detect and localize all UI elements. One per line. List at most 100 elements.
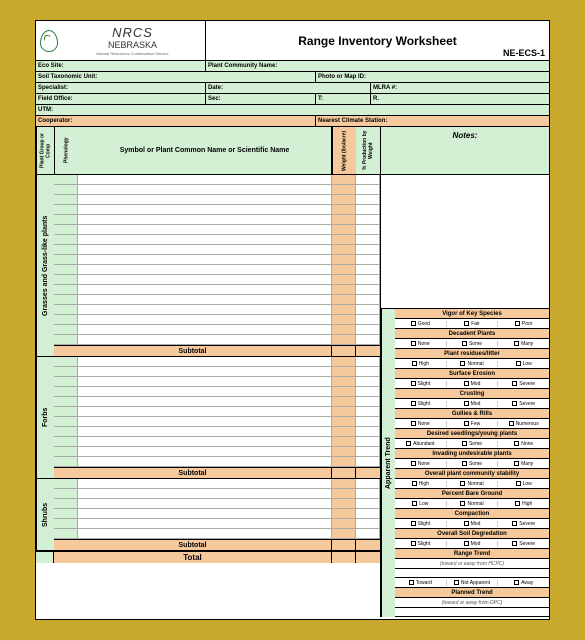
org-sub: Natural Resources Conservation Service <box>64 51 201 56</box>
assess-vigor-opts[interactable]: GoodFairPoor <box>395 319 549 329</box>
worksheet: NRCS NEBRASKA Natural Resources Conserva… <box>35 20 550 620</box>
field-photo[interactable]: Photo or Map ID: <box>316 72 549 82</box>
data-row[interactable] <box>54 457 380 467</box>
col-group: Plant Group or Comp <box>36 127 54 174</box>
data-row[interactable] <box>54 377 380 387</box>
assess-decadent: Decadent Plants <box>395 329 549 339</box>
data-row[interactable] <box>54 285 380 295</box>
nrcs-logo-icon <box>40 30 58 52</box>
assess-desired: Desired seedlings/young plants <box>395 429 549 439</box>
assess-surface: Surface Erosion <box>395 369 549 379</box>
assess-gullies: Gullies & Rills <box>395 409 549 419</box>
assess-dpc-note: (toward or away from DPC) <box>395 598 549 608</box>
assess-surface-opts[interactable]: SlightModSevere <box>395 379 549 389</box>
assess-range-empty[interactable] <box>395 569 549 578</box>
field-climate-station[interactable]: Nearest Climate Station: <box>316 116 549 126</box>
data-row[interactable] <box>54 357 380 367</box>
data-row[interactable] <box>54 215 380 225</box>
section-grasses-label: Grasses and Grass-like plants <box>36 175 54 356</box>
data-row[interactable] <box>54 245 380 255</box>
assess-invading: Invading undesirable plants <box>395 449 549 459</box>
section-grasses: Grasses and Grass-like plants <box>36 175 380 357</box>
data-row[interactable] <box>54 185 380 195</box>
section-shrubs: Shrubs Subtotal <box>36 479 380 551</box>
data-row[interactable] <box>54 305 380 315</box>
assess-planned-empty[interactable] <box>395 608 549 617</box>
data-row[interactable] <box>54 407 380 417</box>
col-symbol: Symbol or Plant Common Name or Scientifi… <box>78 127 332 174</box>
field-specialist[interactable]: Specialist: <box>36 83 206 93</box>
subtotal-shrubs: Subtotal <box>54 539 380 550</box>
org-name: NRCS <box>64 25 201 40</box>
data-row[interactable] <box>54 295 380 305</box>
notes-body[interactable] <box>381 175 549 309</box>
data-row[interactable] <box>54 325 380 335</box>
data-row[interactable] <box>54 437 380 447</box>
field-plant-community[interactable]: Plant Community Name: <box>206 61 549 71</box>
data-row[interactable] <box>54 367 380 377</box>
assess-hcpc-note: (toward or away from HCPC) <box>395 559 549 569</box>
data-row[interactable] <box>54 175 380 185</box>
assess-compaction: Compaction <box>395 509 549 519</box>
col-phenology: Phenology <box>54 127 78 174</box>
assess-soil-deg-opts[interactable]: SlightModSevere <box>395 539 549 549</box>
assess-vigor: Vigor of Key Species <box>395 309 549 319</box>
field-date[interactable]: Date: <box>206 83 371 93</box>
field-sec[interactable]: Sec: <box>206 94 316 104</box>
data-row[interactable] <box>54 417 380 427</box>
assess-compaction-opts[interactable]: SlightModSevere <box>395 519 549 529</box>
data-row[interactable] <box>54 387 380 397</box>
assess-range-trend: Range Trend <box>395 549 549 559</box>
assess-desired-opts[interactable]: AbundantSomeNone <box>395 439 549 449</box>
data-row[interactable] <box>54 447 380 457</box>
data-row[interactable] <box>54 479 380 489</box>
data-row[interactable] <box>54 335 380 345</box>
data-row[interactable] <box>54 519 380 529</box>
data-row[interactable] <box>54 265 380 275</box>
data-row[interactable] <box>54 427 380 437</box>
section-forbs: Forbs Subtotal <box>36 357 380 479</box>
assess-crusting-opts[interactable]: SlightModSevere <box>395 399 549 409</box>
data-row[interactable] <box>54 275 380 285</box>
data-row[interactable] <box>54 205 380 215</box>
assess-decadent-opts[interactable]: NoneSomeMany <box>395 339 549 349</box>
field-soil-tax[interactable]: Soil Taxonomic Unit: <box>36 72 316 82</box>
data-row[interactable] <box>54 195 380 205</box>
data-row[interactable] <box>54 529 380 539</box>
field-utm[interactable]: UTM: <box>36 105 549 115</box>
header-title-block: Range Inventory Worksheet NE-ECS-1 <box>206 21 549 60</box>
apparent-trend-label: Apparent Trend <box>381 309 395 617</box>
assess-residues-opts[interactable]: HighNormalLow <box>395 359 549 369</box>
data-row[interactable] <box>54 235 380 245</box>
field-cooperator[interactable]: Cooperator: <box>36 116 316 126</box>
assessment-block: Apparent Trend Vigor of Key Species Good… <box>381 309 549 617</box>
data-row[interactable] <box>54 255 380 265</box>
header-logo-block: NRCS NEBRASKA Natural Resources Conserva… <box>36 21 206 60</box>
assess-crusting: Crusting <box>395 389 549 399</box>
header: NRCS NEBRASKA Natural Resources Conserva… <box>36 21 549 61</box>
data-row[interactable] <box>54 315 380 325</box>
field-t[interactable]: T: <box>316 94 371 104</box>
sheet-code: NE-ECS-1 <box>503 48 545 58</box>
assess-planned: Planned Trend <box>395 588 549 598</box>
assess-bare-opts[interactable]: LowNormalHigh <box>395 499 549 509</box>
data-row[interactable] <box>54 397 380 407</box>
assess-overall-comm-opts[interactable]: HighNormalLow <box>395 479 549 489</box>
section-shrubs-label: Shrubs <box>36 479 54 550</box>
subtotal-forbs: Subtotal <box>54 467 380 478</box>
field-mlra[interactable]: MLRA #: <box>371 83 549 93</box>
data-row[interactable] <box>54 225 380 235</box>
data-row[interactable] <box>54 509 380 519</box>
field-eco-site[interactable]: Eco Site: <box>36 61 206 71</box>
data-row[interactable] <box>54 499 380 509</box>
assess-gullies-opts[interactable]: NoneFewNumerous <box>395 419 549 429</box>
col-pct: % Production by Weight <box>356 127 380 174</box>
assess-range-trend-opts[interactable]: TowardNot ApparentAway <box>395 578 549 588</box>
assess-residues: Plant residues/litter <box>395 349 549 359</box>
total-row: Total <box>36 551 380 563</box>
assess-overall-comm: Overall plant community stability <box>395 469 549 479</box>
assess-invading-opts[interactable]: NoneSomeMany <box>395 459 549 469</box>
field-r[interactable]: R. <box>371 94 549 104</box>
field-office[interactable]: Field Office: <box>36 94 206 104</box>
data-row[interactable] <box>54 489 380 499</box>
